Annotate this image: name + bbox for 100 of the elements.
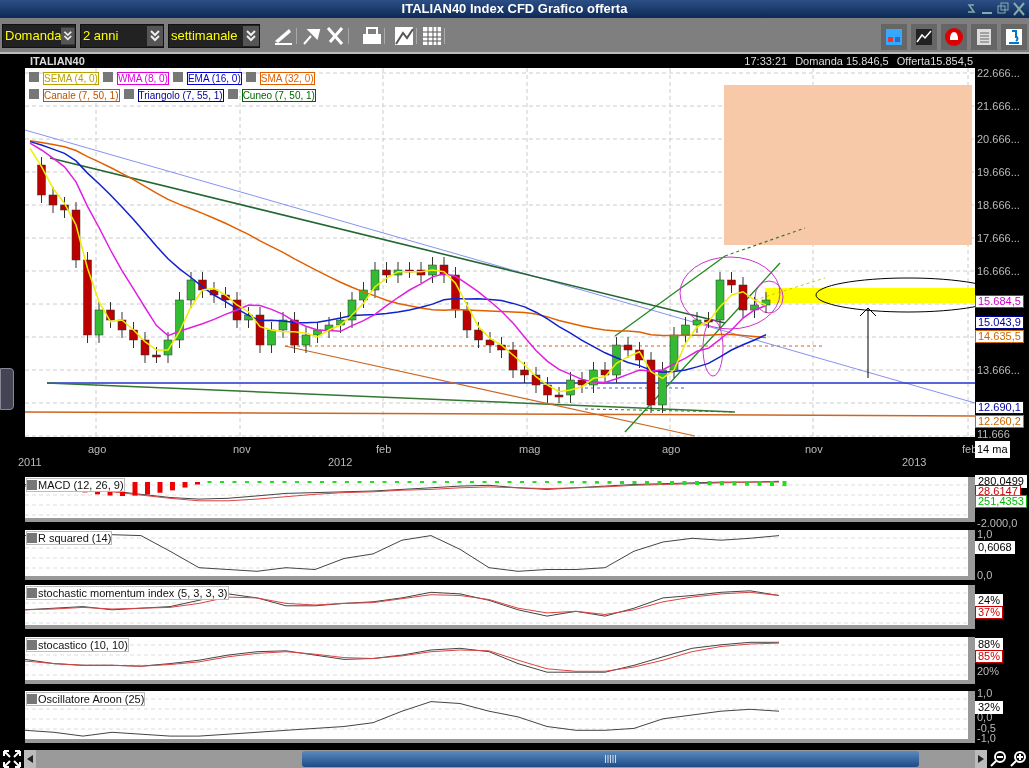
candlestick <box>566 371 575 404</box>
axis-label: 17.666... <box>977 233 1020 244</box>
line-chart-icon <box>392 24 416 48</box>
candlestick <box>416 261 426 284</box>
candlestick <box>715 271 725 329</box>
date-label: ago <box>662 442 681 457</box>
scroll-left-button[interactable] <box>24 750 36 768</box>
grid-icon <box>420 24 444 48</box>
candlestick <box>140 331 150 364</box>
grip-icon <box>604 755 617 763</box>
candlestick <box>704 311 713 329</box>
candlestick <box>635 341 644 369</box>
time-label: 17:33:21 <box>744 54 788 68</box>
indicator-label[interactable]: WMA (8, 0) <box>116 72 169 85</box>
zoom-out-icon[interactable] <box>989 750 1007 768</box>
scroll-right-button[interactable] <box>975 750 987 768</box>
candlestick <box>623 336 633 359</box>
candlestick <box>382 261 391 284</box>
indicator-name: MACD (12, 26, 9) <box>38 479 124 491</box>
dropdown[interactable]: Domanda <box>2 24 76 48</box>
candlestick <box>761 291 771 314</box>
scroll-thumb[interactable] <box>302 751 919 767</box>
axis-label: 13.666... <box>977 365 1020 376</box>
candlestick <box>554 386 564 404</box>
candlestick <box>451 266 460 319</box>
candlestick <box>313 321 322 344</box>
date-label: feb <box>376 442 392 457</box>
chevron-icon <box>243 26 259 46</box>
value-tag: 85% <box>975 650 1004 663</box>
indicator-name: stochastic momentum index (5, 3, 3, 3) <box>38 587 228 599</box>
axis-label: -0,5 <box>977 723 996 734</box>
tool-button[interactable] <box>420 24 444 48</box>
candlestick <box>163 331 173 364</box>
candlestick <box>646 351 656 414</box>
dropdown[interactable]: 2 anni <box>80 24 164 48</box>
value-tag: 37% <box>975 606 1004 619</box>
indicator-name: Oscillatore Aroon (25) <box>38 693 145 705</box>
candlestick <box>244 306 253 329</box>
zoom-in-icon[interactable] <box>1009 750 1027 768</box>
axis-label: 1,0 <box>977 688 993 699</box>
dropdown[interactable]: settimanale <box>168 24 260 48</box>
candlestick <box>117 311 127 339</box>
toolbar-button[interactable] <box>941 24 967 50</box>
candlestick <box>94 301 104 344</box>
price-tag: 15.684,5 <box>975 295 1024 308</box>
price-tag: 12.690,1 <box>975 401 1024 414</box>
candlestick <box>508 341 518 379</box>
candlestick <box>198 271 207 299</box>
candlestick <box>301 326 311 354</box>
restore-icon[interactable] <box>997 2 1009 16</box>
price-tag: 12.260,2 <box>975 415 1024 428</box>
candlestick <box>612 336 621 384</box>
tool-button[interactable] <box>392 24 416 48</box>
candlestick <box>60 196 69 219</box>
candlestick <box>175 291 184 349</box>
indicator-name: R squared (14) <box>38 532 112 544</box>
chevron-icon <box>147 26 163 46</box>
side-handle[interactable] <box>0 368 14 410</box>
candlestick <box>347 291 357 329</box>
candlestick <box>750 296 759 319</box>
axis-label: 20.666... <box>977 134 1020 145</box>
axis-label: 16.666... <box>977 266 1020 277</box>
window-title: ITALIAN40 Index CFD Grafico offerta <box>401 0 628 19</box>
candlestick <box>474 321 483 349</box>
candlestick <box>359 281 368 309</box>
candlestick <box>439 256 449 284</box>
indicator-label[interactable]: Canale (7, 50, 1) <box>43 89 120 102</box>
candlestick <box>290 311 299 354</box>
bell-icon <box>944 27 964 47</box>
indicator-label[interactable]: SMA (32, 0) <box>259 72 315 85</box>
indicator-label[interactable]: EMA (16, 0) <box>186 72 242 85</box>
year-label: 2013 <box>902 455 927 470</box>
toolbar-button[interactable] <box>911 24 937 50</box>
year-label: 2012 <box>328 455 353 470</box>
candlestick <box>485 331 495 354</box>
chart-symbol: ITALIAN40 <box>29 54 85 68</box>
axis-label: 20% <box>977 666 1000 677</box>
fullscreen-icon[interactable] <box>2 749 22 768</box>
date-label: mag <box>519 442 541 457</box>
candlestick <box>681 316 690 344</box>
candlestick <box>577 371 587 394</box>
candlestick <box>428 256 437 284</box>
candlestick <box>186 271 196 309</box>
value-tag: 251,4353 <box>975 495 1027 508</box>
axis-label: 18.666... <box>977 200 1020 211</box>
close-icon[interactable] <box>1013 2 1025 16</box>
candlestick <box>727 271 736 294</box>
candlestick <box>520 361 529 384</box>
candlestick <box>600 361 610 384</box>
left-arrow-icon <box>27 755 33 763</box>
candlestick <box>324 316 334 339</box>
indicator-label[interactable]: Cuneo (7, 50, 1) <box>241 89 316 102</box>
right-arrow-icon <box>978 755 984 763</box>
axis-label: 0,0 <box>977 570 993 581</box>
axis-label: 1,0 <box>977 529 993 540</box>
candlestick <box>669 326 679 379</box>
candlestick <box>543 376 552 404</box>
candlestick <box>267 321 276 354</box>
indicator-label[interactable]: Triangolo (7, 55, 1) <box>137 89 224 102</box>
candlestick <box>692 311 702 334</box>
